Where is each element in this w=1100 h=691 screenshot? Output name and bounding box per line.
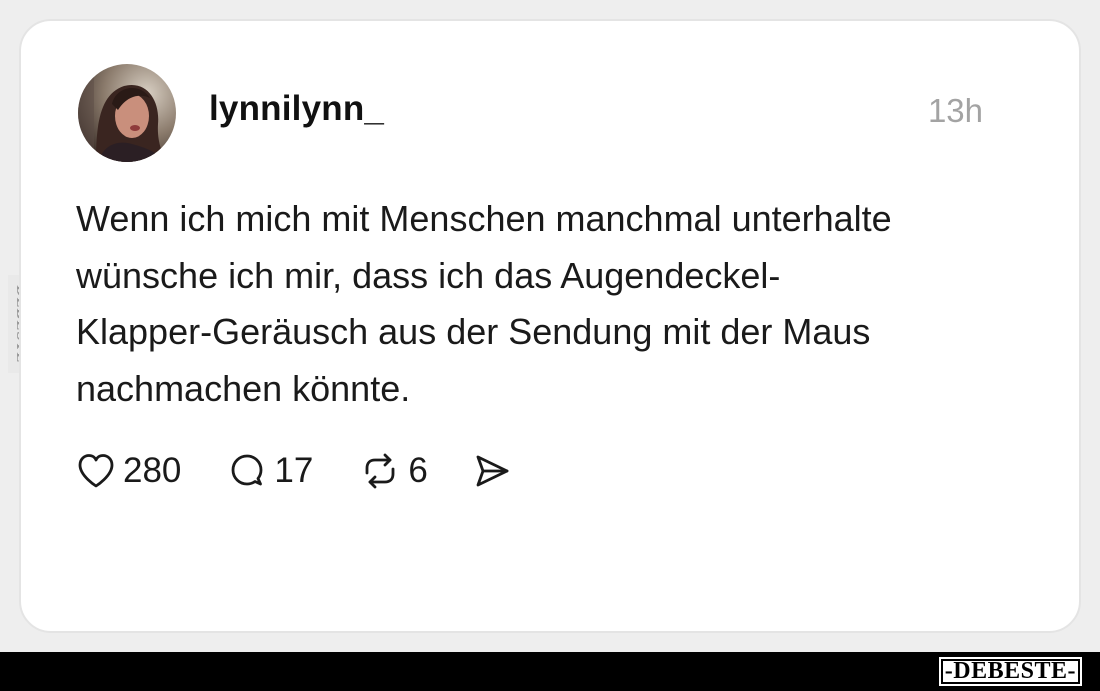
post-actions: 280 17 6 xyxy=(76,449,512,493)
debeste-logo: -DEBESTE- xyxy=(938,657,1082,686)
comment-button[interactable]: 17 xyxy=(227,451,313,491)
speech-bubble-icon xyxy=(232,454,263,486)
like-count: 280 xyxy=(123,451,182,490)
heart-icon xyxy=(78,454,114,488)
screenshot-stage: DEBESTE lynnilynn_ 1 xyxy=(0,0,1100,691)
comment-count: 17 xyxy=(274,451,314,490)
post-card: lynnilynn_ 13h Wenn ich mich mit Mensche… xyxy=(19,19,1081,633)
send-icon xyxy=(476,455,509,487)
post-timestamp: 13h xyxy=(927,92,983,129)
post-text: Wenn ich mich mit Menschen manchmal unte… xyxy=(76,198,892,409)
bottom-watermark-bar: -DEBESTE- xyxy=(0,652,1100,691)
repost-arrows-icon xyxy=(365,453,395,489)
avatar[interactable] xyxy=(78,64,176,162)
share-button[interactable] xyxy=(472,451,512,491)
username[interactable]: lynnilynn_ xyxy=(209,89,384,129)
avatar-image xyxy=(78,64,176,162)
repost-count: 6 xyxy=(408,451,428,490)
like-button[interactable]: 280 xyxy=(76,451,181,491)
repost-button[interactable]: 6 xyxy=(359,451,428,491)
